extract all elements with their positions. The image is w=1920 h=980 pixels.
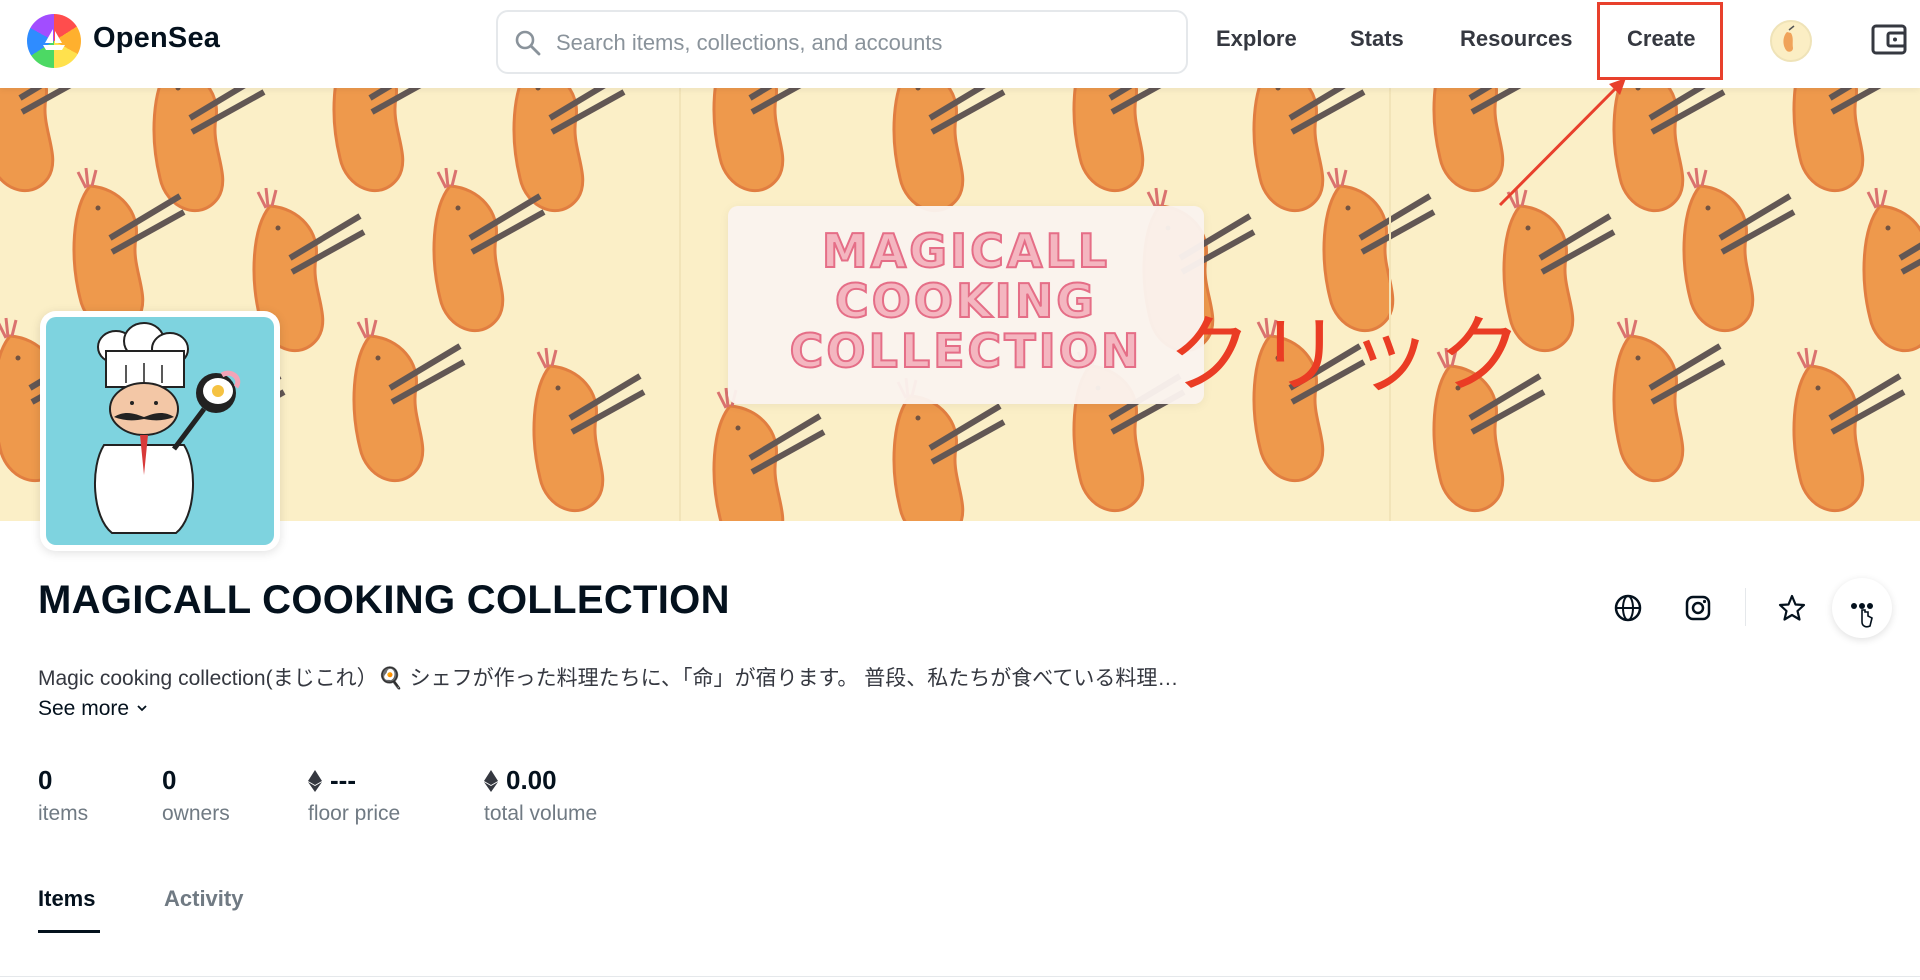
actions-divider [1745, 588, 1746, 626]
user-avatar[interactable] [1770, 20, 1812, 62]
stat-value: 0 [38, 765, 53, 795]
boat-icon [43, 29, 65, 50]
top-nav: OpenSea Explore Stats Resources Create [0, 0, 1920, 88]
opensea-logo[interactable] [27, 14, 81, 68]
banner-title: MAGICALL COOKING COLLECTION [789, 224, 1143, 378]
search-icon [515, 30, 541, 56]
stat-label: items [38, 802, 89, 825]
create-highlight-box [1597, 2, 1723, 80]
stat-label: owners [162, 802, 230, 825]
collection-avatar [40, 311, 280, 551]
brand-name[interactable]: OpenSea [93, 22, 220, 55]
active-tab-indicator [38, 930, 100, 933]
nav-stats[interactable]: Stats [1350, 26, 1404, 52]
floor-price-value: --- [330, 765, 356, 795]
eth-icon [484, 769, 498, 792]
more-button[interactable] [1832, 578, 1892, 638]
see-more-link[interactable]: See more [38, 697, 149, 721]
eth-icon [308, 769, 322, 792]
stat-value: 0 [162, 765, 177, 795]
collection-banner: MAGICALL COOKING COLLECTION クリック [0, 88, 1920, 521]
see-more-label: See more [38, 697, 130, 720]
chef-illustration [94, 322, 241, 534]
wallet-icon[interactable] [1870, 20, 1908, 58]
chevron-down-icon [137, 705, 147, 712]
cursor-hand-icon [1861, 609, 1873, 628]
stat-value-row: 0.00 [484, 765, 597, 796]
search-bar[interactable] [496, 10, 1188, 74]
tabs-border [0, 976, 1920, 977]
stat-label: floor price [308, 802, 401, 825]
stat-label: total volume [484, 802, 598, 825]
stat-total-volume: 0.00 total volume [484, 765, 597, 826]
search-input[interactable] [554, 22, 1158, 64]
stat-owners: 0 owners [162, 765, 230, 826]
stat-value-row: --- [308, 765, 400, 796]
stat-items: 0 items [38, 765, 88, 826]
globe-icon[interactable] [1608, 588, 1648, 628]
click-annotation: クリック [1168, 306, 1529, 404]
star-icon[interactable] [1772, 588, 1812, 628]
more-icon [1851, 603, 1873, 628]
banner-title-card: MAGICALL COOKING COLLECTION [728, 206, 1204, 404]
collection-description: Magic cooking collection(まじこれ）🍳 シェフが作った料… [38, 667, 1179, 690]
instagram-icon[interactable] [1678, 588, 1718, 628]
nav-resources[interactable]: Resources [1460, 26, 1573, 52]
stat-floor-price: --- floor price [308, 765, 400, 826]
total-volume-value: 0.00 [506, 765, 557, 795]
avatar-icon [1783, 25, 1795, 52]
tab-items[interactable]: Items [38, 886, 95, 912]
tab-activity[interactable]: Activity [164, 886, 243, 912]
collection-title: MAGICALL COOKING COLLECTION [38, 578, 730, 622]
nav-explore[interactable]: Explore [1216, 26, 1297, 52]
